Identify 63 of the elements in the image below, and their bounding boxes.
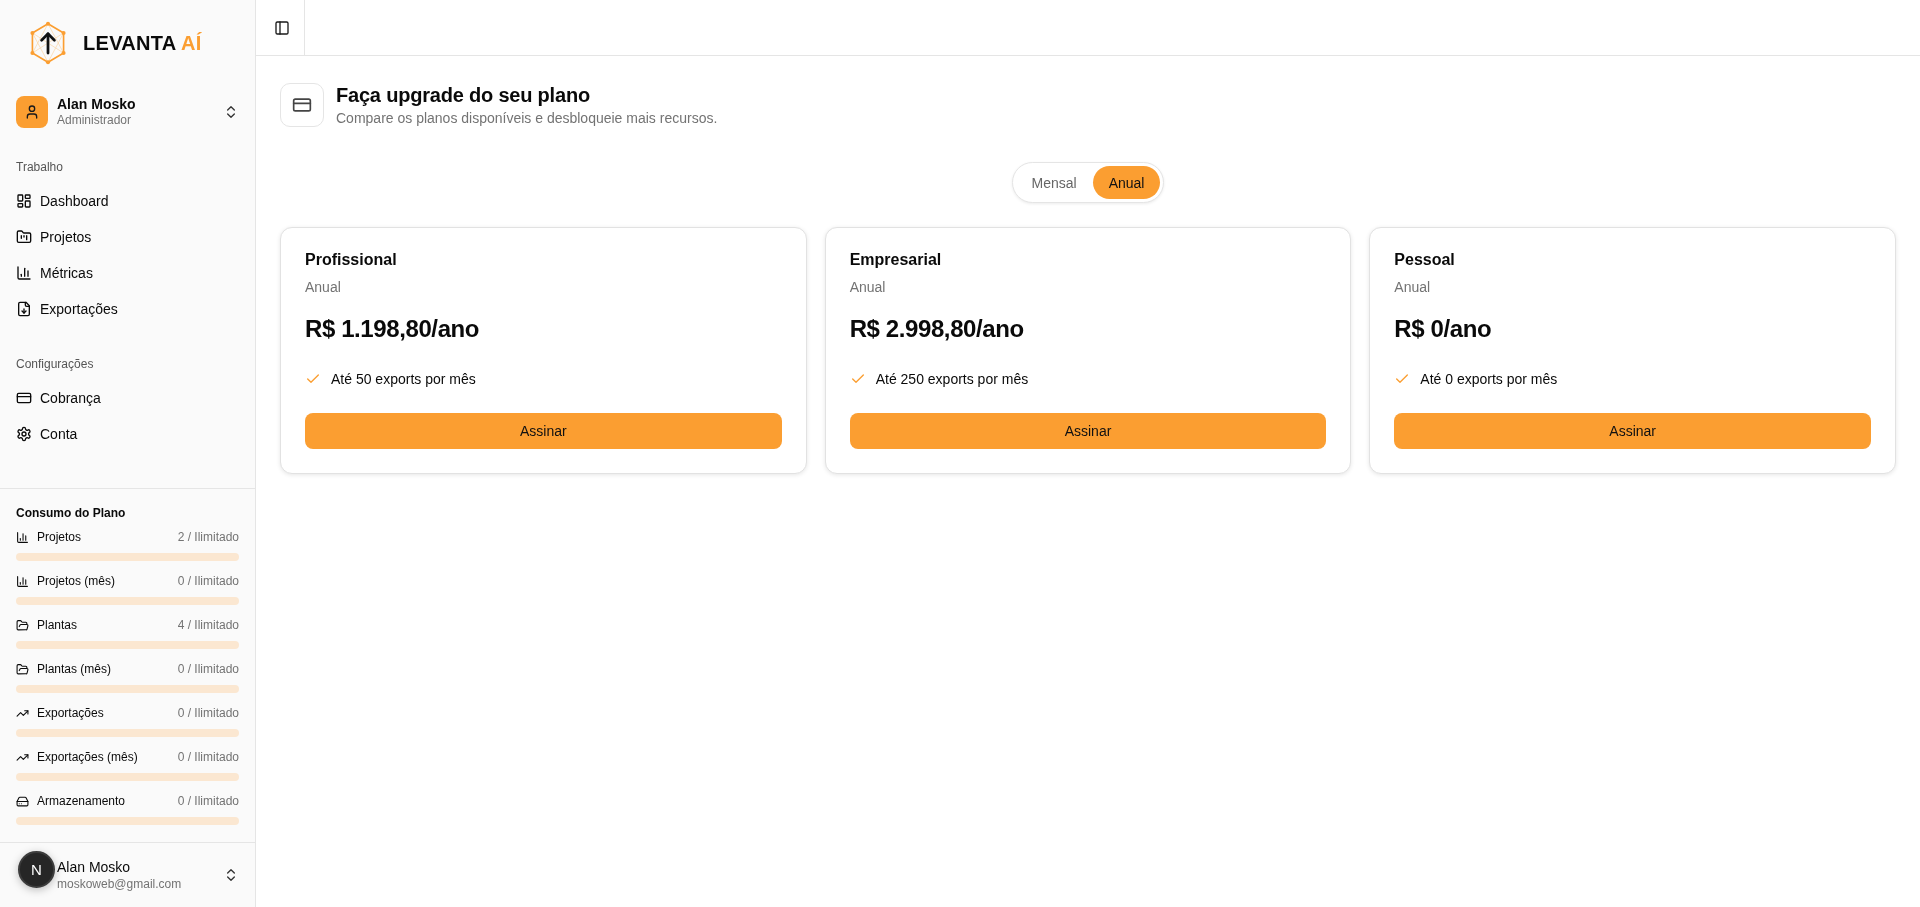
plan-feature: Até 0 exports por mês (1420, 370, 1558, 389)
nav-item[interactable]: Conta (8, 416, 247, 452)
plan-price: R$ 2.998,80/ano (849, 314, 1024, 344)
plan-period: Anual (305, 278, 341, 297)
page-title: Faça upgrade do seu plano (336, 83, 590, 108)
nav-item[interactable]: Dashboard (8, 183, 247, 219)
plan-name: Profissional (305, 250, 397, 270)
folder-open-icon (16, 662, 29, 676)
plan-price: R$ 1.198,80/ano (305, 314, 480, 344)
plan-name: Pessoal (1394, 250, 1455, 270)
folder-icon (16, 229, 32, 245)
subscribe-button[interactable]: Assinar (1394, 413, 1871, 449)
usage-label: Plantas (37, 618, 78, 632)
footer-user-email: moskoweb@gmail.com (57, 876, 182, 892)
usage-label: Plantas (mês) (37, 662, 112, 676)
credit-card-icon (16, 390, 32, 406)
usage-label: Exportações (37, 706, 104, 720)
hexagon-arrow-logo-icon (29, 21, 67, 65)
user-avatar-icon (16, 96, 48, 128)
nav-group-label: Configurações (16, 356, 94, 373)
usage-label: Projetos (mês) (37, 574, 116, 588)
usage-count: 0 / Ilimitado (177, 750, 239, 764)
usage-count: 4 / Ilimitado (177, 618, 239, 632)
plan-feature: Até 50 exports por mês (331, 370, 476, 389)
plan-name: Empresarial (849, 250, 942, 270)
usage-count: 0 / Ilimitado (177, 574, 239, 588)
page-subtitle: Compare os planos disponíveis e desbloqueie mais recursos. (336, 109, 718, 128)
billing-option[interactable]: Mensal (1015, 166, 1093, 199)
bar-chart-icon (16, 574, 29, 588)
plan-period: Anual (1394, 278, 1431, 297)
nav-item[interactable]: Métricas (8, 255, 247, 291)
nav-item[interactable]: Cobrança (8, 380, 247, 416)
usage-count: 0 / Ilimitado (177, 662, 239, 676)
billing-option[interactable]: Anual (1092, 166, 1161, 199)
usage-title: Consumo do Plano (16, 505, 126, 521)
settings-icon (16, 426, 32, 442)
account-role: Administrador (57, 113, 132, 128)
usage-label: Armazenamento (37, 794, 126, 808)
nav-item[interactable]: Exportações (8, 291, 247, 327)
panel-left-icon (274, 20, 290, 36)
subscribe-button[interactable]: Assinar (849, 413, 1327, 449)
bar-chart-icon (16, 265, 32, 281)
credit-card-icon (280, 83, 324, 127)
logo-text: LEVANTA AÍ (83, 31, 202, 55)
folder-open-icon (16, 618, 29, 632)
subscribe-button[interactable]: Assinar (305, 413, 782, 449)
usage-label: Exportações (mês) (37, 750, 138, 764)
usage-count: 0 / Ilimitado (177, 794, 239, 808)
usage-count: 0 / Ilimitado (177, 706, 239, 720)
account-name: Alan Mosko (57, 96, 136, 113)
usage-label: Projetos (37, 530, 82, 544)
usage-count: 2 / Ilimitado (177, 530, 239, 544)
file-download-icon (16, 301, 32, 317)
dashboard-grid-icon (16, 193, 32, 209)
plan-feature: Até 250 exports por mês (875, 370, 1029, 389)
hard-drive-icon (16, 794, 29, 808)
plan-period: Anual (849, 278, 886, 297)
footer-user-name: Alan Mosko (57, 858, 131, 876)
dev-tools-button[interactable]: N (18, 851, 55, 888)
nav-group-label: Trabalho (16, 159, 63, 176)
bar-chart-icon (16, 530, 29, 544)
nav-item[interactable]: Projetos (8, 219, 247, 255)
plan-price: R$ 0/ano (1394, 314, 1492, 344)
